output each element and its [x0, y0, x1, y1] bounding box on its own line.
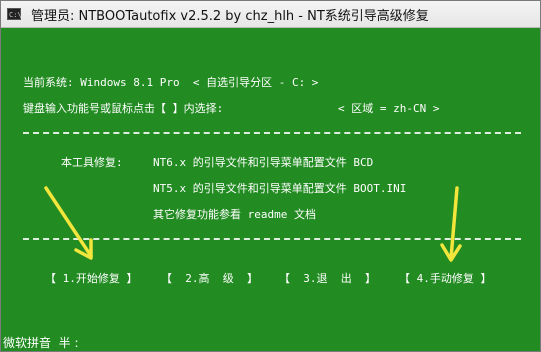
cmd-icon: C:\ [7, 8, 22, 20]
input-prompt-line: 键盘输入功能号或鼠标点击【 】内选择: [23, 102, 224, 115]
top-divider [23, 132, 521, 134]
window-title: 管理员: NTBOOTautofix v2.5.2 by chz_hlh - N… [31, 8, 429, 24]
arrow-icon [440, 186, 462, 262]
console-area: 当前系统: Windows 8.1 Pro < 自选引导分区 - C: > 键盘… [1, 28, 540, 351]
manual-repair-button[interactable]: 【 4.手动修复 】 [399, 270, 492, 286]
advanced-button[interactable]: 【 2.高 级 】 [161, 270, 258, 286]
tool-item-bcd: NT6.x 的引导文件和引导菜单配置文件 BCD [153, 156, 374, 169]
tools-label: 本工具修复: [61, 156, 123, 169]
tool-item-bootini: NT5.x 的引导文件和引导菜单配置文件 BOOT.INI [153, 182, 407, 195]
bottom-divider [23, 238, 521, 240]
arrow-icon [44, 186, 93, 260]
tool-item-readme: 其它修复功能参看 readme 文档 [153, 208, 316, 221]
locale-line: < 区域 = zh-CN > [338, 102, 440, 115]
title-bar[interactable]: C:\ 管理员: NTBOOTautofix v2.5.2 by chz_hlh… [1, 1, 540, 28]
ime-status: 微软拼音 半 : [3, 336, 79, 350]
current-system-line: 当前系统: Windows 8.1 Pro < 自选引导分区 - C: > [23, 76, 319, 89]
exit-button[interactable]: 【 3.退 出 】 [279, 270, 376, 286]
start-repair-button[interactable]: 【 1.开始修复 】 [45, 270, 138, 286]
console-window: C:\ 管理员: NTBOOTautofix v2.5.2 by chz_hlh… [0, 0, 541, 352]
